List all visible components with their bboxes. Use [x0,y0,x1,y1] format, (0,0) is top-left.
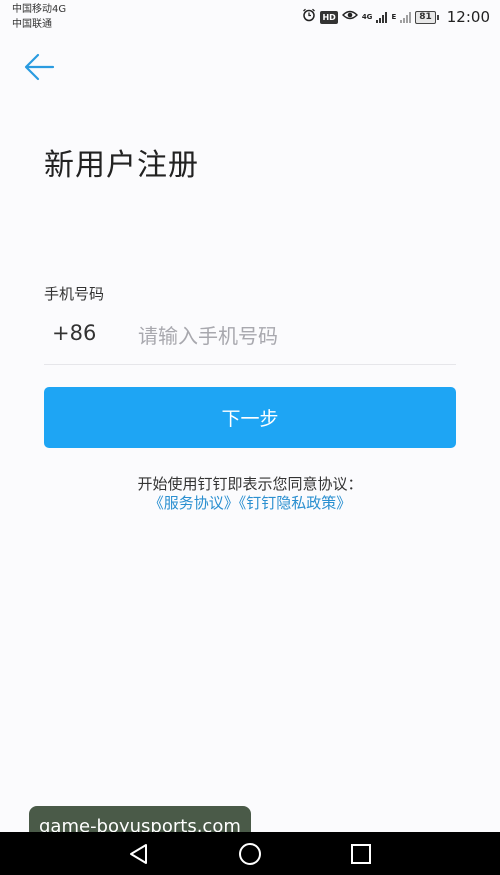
eye-icon [341,9,358,25]
battery-level: 81 [415,10,436,24]
status-bar: 中国移动4G 中国联通 HD 4G E 81 12:00 [0,0,500,36]
back-triangle-icon [130,844,147,864]
agreement-links: 《服务协议》《钉钉隐私政策》 [0,492,500,513]
phone-label: 手机号码 [44,285,105,303]
page-title: 新用户注册 [44,148,199,183]
hd-badge: HD [320,10,338,24]
status-icons: HD 4G E 81 12:00 [302,7,490,27]
status-clock: 12:00 [446,8,490,26]
nav-back-button[interactable] [125,840,153,868]
nav-recents-button[interactable] [347,840,375,868]
alarm-icon [302,8,316,26]
service-agreement-link[interactable]: 《服务协议》 [149,494,239,512]
back-button[interactable] [22,50,56,84]
network-4g-tag: 4G [361,12,373,21]
back-arrow-icon [24,53,55,81]
country-code-selector[interactable]: +86 [52,321,96,345]
signal-icon-secondary [400,11,412,23]
nav-home-button[interactable] [236,840,264,868]
home-circle-icon [239,843,261,865]
battery-icon: 81 [415,10,439,24]
carrier-secondary: 中国联通 [12,19,52,30]
carrier-primary: 中国移动4G [12,4,67,15]
next-step-button[interactable]: 下一步 [44,387,456,448]
recents-square-icon [351,844,371,864]
agreement-text: 开始使用钉钉即表示您同意协议： [137,475,363,493]
signal-icon [376,11,388,23]
network-e-tag: E [391,12,397,21]
privacy-policy-link[interactable]: 《钉钉隐私政策》 [239,494,352,512]
system-nav-bar [0,832,500,875]
phone-input-row: +86 [44,310,456,365]
phone-input[interactable] [138,316,448,356]
